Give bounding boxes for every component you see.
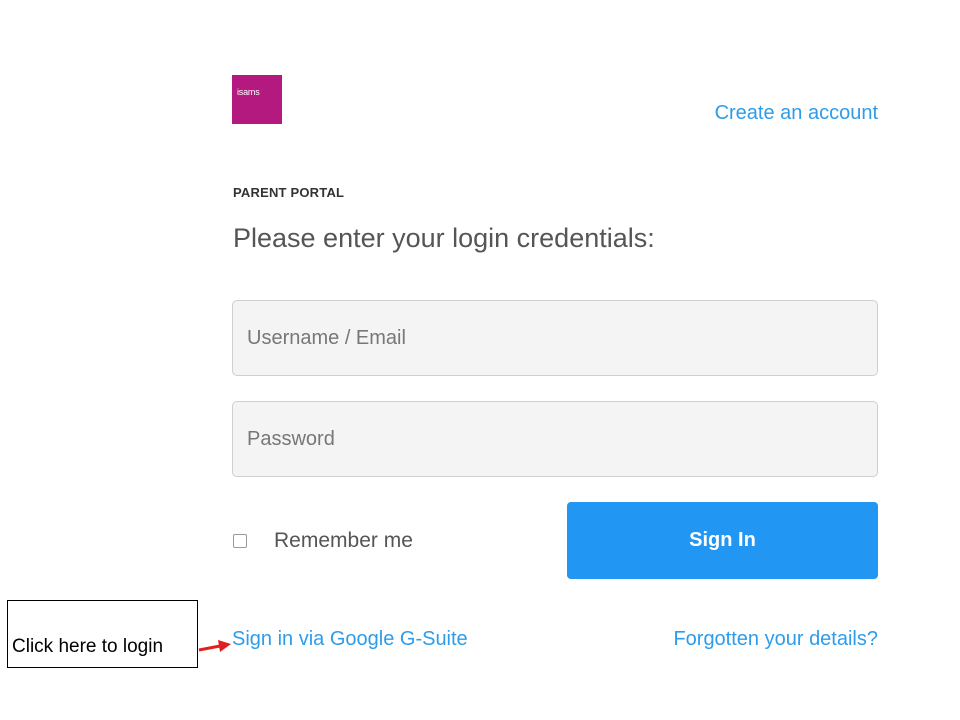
username-input[interactable] [232,300,878,376]
remember-me-control[interactable]: Remember me [233,529,413,553]
sign-in-button[interactable]: Sign In [567,502,878,579]
password-input[interactable] [232,401,878,477]
annotation-text: Click here to login [12,636,164,657]
red-arrow-right-icon [198,640,231,652]
login-page: isams Create an account PARENT PORTAL Pl… [0,0,960,720]
logo-text: isams [237,87,260,97]
forgot-details-link[interactable]: Forgotten your details? [673,628,878,651]
portal-label: PARENT PORTAL [233,185,345,200]
remember-me-label: Remember me [274,529,413,552]
google-gsuite-signin-link[interactable]: Sign in via Google G-Suite [232,628,468,651]
remember-me-checkbox[interactable] [233,534,247,548]
create-account-link[interactable]: Create an account [715,102,878,125]
isams-logo: isams [232,75,282,124]
login-heading: Please enter your login credentials: [233,223,655,253]
